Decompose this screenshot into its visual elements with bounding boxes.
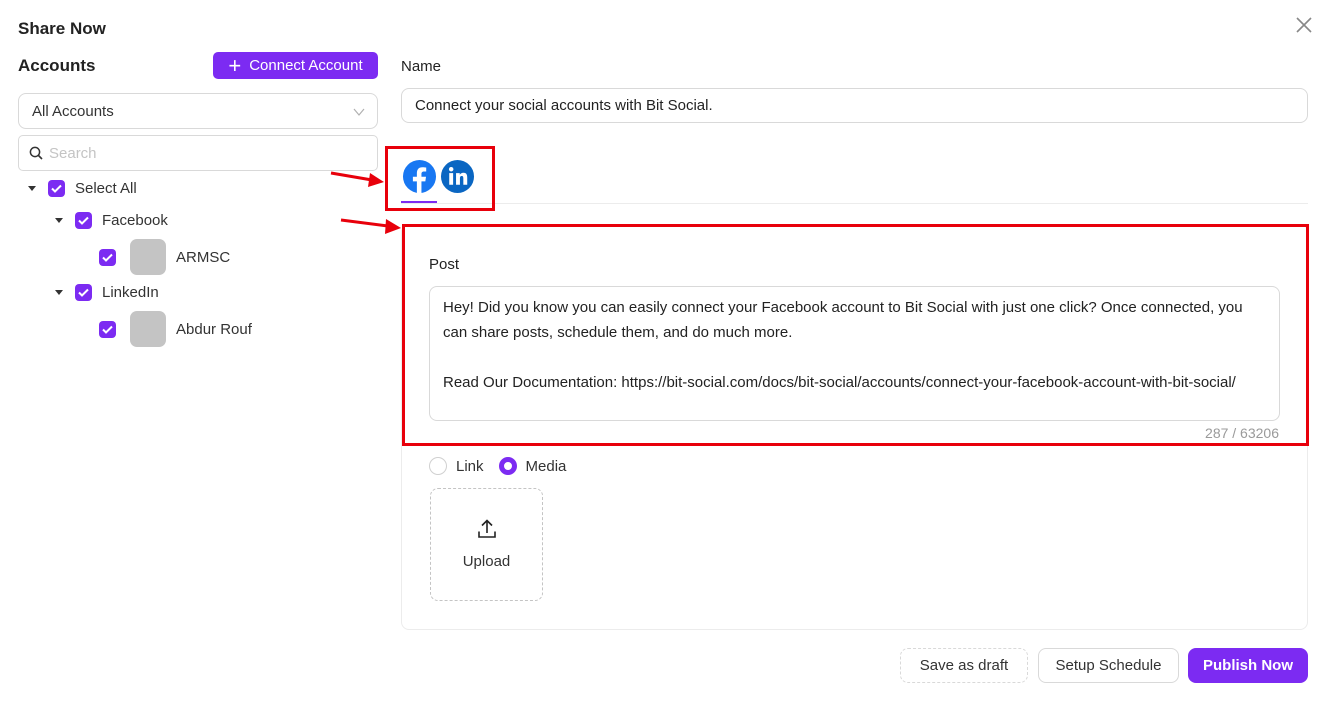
attachment-type-selector: Link Media bbox=[429, 457, 581, 475]
link-radio-label: Link bbox=[456, 457, 484, 475]
tree-group-linkedin[interactable]: LinkedIn bbox=[55, 284, 159, 301]
network-tab-divider bbox=[401, 203, 1308, 204]
account-checkbox[interactable] bbox=[99, 248, 116, 266]
setup-schedule-button[interactable]: Setup Schedule bbox=[1038, 648, 1179, 683]
publish-now-button[interactable]: Publish Now bbox=[1188, 648, 1308, 683]
avatar bbox=[130, 239, 166, 275]
tree-account-armsc[interactable]: ARMSC bbox=[99, 239, 230, 275]
name-input[interactable]: Connect your social accounts with Bit So… bbox=[401, 88, 1308, 123]
caret-down-icon[interactable] bbox=[55, 290, 63, 295]
linkedin-group-checkbox[interactable] bbox=[75, 284, 92, 301]
caret-down-icon[interactable] bbox=[55, 218, 63, 223]
avatar bbox=[130, 311, 166, 347]
name-input-value: Connect your social accounts with Bit So… bbox=[415, 97, 713, 114]
name-label: Name bbox=[401, 58, 442, 75]
account-name: Abdur Rouf bbox=[176, 320, 252, 338]
accounts-heading: Accounts bbox=[18, 56, 96, 75]
accounts-filter-value: All Accounts bbox=[32, 102, 114, 120]
caret-down-icon[interactable] bbox=[28, 186, 36, 191]
annotation-arrow-icon bbox=[340, 218, 401, 234]
chevron-down-icon bbox=[353, 108, 365, 116]
connect-account-button[interactable]: + Connect Account bbox=[213, 52, 378, 79]
annotation-arrow-icon bbox=[330, 171, 384, 187]
account-search[interactable] bbox=[18, 135, 378, 171]
select-all-label: Select All bbox=[75, 180, 137, 197]
search-icon bbox=[29, 146, 43, 160]
dialog-title: Share Now bbox=[18, 19, 106, 38]
account-checkbox[interactable] bbox=[99, 320, 116, 338]
media-radio-label: Media bbox=[525, 457, 567, 475]
upload-label: Upload bbox=[462, 553, 511, 570]
upload-icon bbox=[477, 519, 496, 538]
annotation-highlight-tabs bbox=[385, 146, 495, 211]
facebook-group-label: Facebook bbox=[102, 212, 168, 229]
plus-icon: + bbox=[228, 52, 242, 78]
linkedin-group-label: LinkedIn bbox=[102, 284, 159, 301]
account-name: ARMSC bbox=[176, 248, 231, 266]
select-all-checkbox[interactable] bbox=[48, 180, 65, 197]
save-draft-button[interactable]: Save as draft bbox=[900, 648, 1028, 683]
annotation-highlight-post bbox=[402, 224, 1309, 446]
tree-group-facebook[interactable]: Facebook bbox=[55, 212, 168, 229]
upload-button[interactable]: Upload bbox=[430, 488, 543, 601]
media-radio[interactable] bbox=[498, 457, 517, 475]
facebook-group-checkbox[interactable] bbox=[75, 212, 92, 229]
connect-account-label: Connect Account bbox=[249, 57, 363, 74]
tree-select-all[interactable]: Select All bbox=[28, 180, 137, 197]
search-input[interactable] bbox=[49, 144, 349, 162]
tree-account-abdur-rouf[interactable]: Abdur Rouf bbox=[99, 311, 252, 347]
accounts-filter-select[interactable]: All Accounts bbox=[18, 93, 378, 129]
close-icon[interactable] bbox=[1293, 14, 1315, 36]
link-radio[interactable] bbox=[429, 457, 447, 475]
